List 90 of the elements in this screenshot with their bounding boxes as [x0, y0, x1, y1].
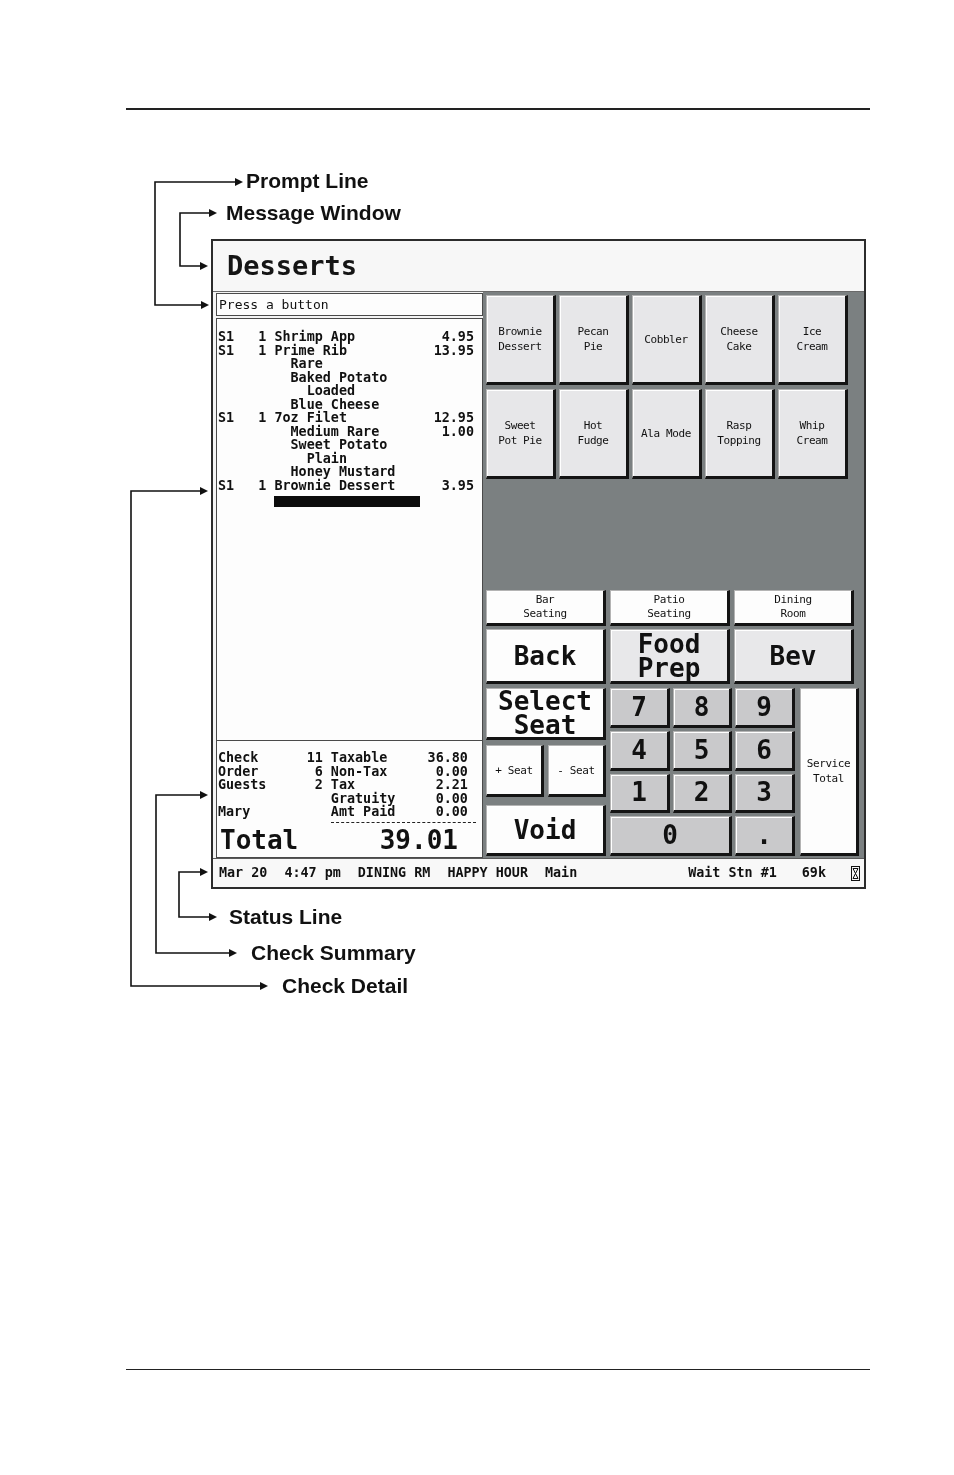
item-name: Prime Rib [274, 343, 347, 357]
amount-value: 0.00 [435, 791, 468, 805]
summary-value: 2 [314, 778, 323, 792]
menu-item-button[interactable]: Brownie Dessert [486, 295, 556, 385]
seat-number: S1 [218, 330, 235, 344]
menu-item-button[interactable]: Rasp Topping [705, 389, 775, 479]
keypad-key[interactable]: 7 [610, 688, 670, 728]
total-value: 39.01 [379, 825, 458, 854]
summary-label: Guests [218, 778, 267, 792]
keypad-key[interactable]: 2 [673, 773, 732, 814]
server-name: Mary [218, 805, 251, 819]
menu-item-button[interactable]: Cheese Cake [705, 295, 775, 385]
status-text: Wait Stn #1 [688, 865, 777, 881]
item-name: Shrimp App [274, 330, 356, 344]
seat-number: S1 [218, 478, 235, 492]
amount-value: 2.21 [435, 778, 468, 792]
modifier-text: Plain [306, 451, 347, 465]
amount-label: Taxable [330, 751, 388, 765]
item-price: 3.95 [441, 478, 474, 492]
modifier-text: Medium Rare [290, 424, 380, 438]
modifier-text: Sweet Potato [290, 438, 388, 452]
callout-label: Check Detail [282, 974, 409, 998]
status-text: Main [545, 865, 578, 881]
total-label: Total [220, 825, 299, 854]
service-total-button[interactable]: Service Total [800, 688, 859, 856]
add-seat-button[interactable]: + Seat [486, 745, 544, 797]
modifier-text: Blue Cheese [290, 397, 380, 411]
item-quantity: 1 [258, 411, 267, 425]
keypad-key[interactable]: 4 [610, 730, 670, 771]
amount-label: Amt Paid [330, 805, 396, 819]
void-button[interactable]: Void [486, 805, 606, 856]
keypad-key[interactable]: 3 [735, 773, 795, 814]
seating-button[interactable]: Bar Seating [486, 590, 606, 626]
menu-item-button[interactable]: Pecan Pie [559, 295, 629, 385]
status-text: DINING RM [357, 865, 431, 881]
callout-label: Message Window [226, 201, 401, 225]
seating-button[interactable]: Dining Room [734, 590, 854, 626]
function-button[interactable]: Bev [734, 629, 854, 684]
menu-item-button[interactable]: Sweet Pot Pie [486, 389, 556, 479]
amount-label: Gratuity [330, 791, 396, 805]
summary-label: Check [218, 751, 259, 765]
menu-item-button[interactable]: Cobbler [632, 295, 702, 385]
amount-label: Non-Tax [330, 764, 388, 778]
menu-item-button[interactable]: Hot Fudge [559, 389, 629, 479]
screen-title: Desserts [227, 251, 358, 281]
callout-label: Prompt Line [246, 169, 369, 193]
summary-value: 6 [314, 764, 323, 778]
summary-label: Order [218, 764, 259, 778]
item-quantity: 1 [258, 330, 267, 344]
item-name: Brownie Dessert [274, 478, 396, 492]
status-text: Mar 20 [219, 865, 268, 881]
hourglass-icon [851, 865, 860, 881]
keypad-key[interactable]: 9 [735, 688, 795, 728]
keypad-key[interactable]: 0 [610, 816, 732, 856]
amount-value: 36.80 [427, 751, 468, 765]
amount-value: 0.00 [435, 805, 468, 819]
item-name: 7oz Filet [274, 411, 347, 425]
menu-item-button[interactable]: Ala Mode [632, 389, 702, 479]
keypad-key[interactable]: . [735, 816, 795, 856]
seat-number: S1 [218, 343, 235, 357]
status-text: 4:47 pm [284, 865, 341, 881]
item-price: 13.95 [433, 343, 474, 357]
keypad-key[interactable]: 6 [735, 730, 795, 771]
modifier-text: Rare [290, 357, 323, 371]
menu-item-button[interactable]: Ice Cream [778, 295, 848, 385]
modifier-text: Loaded [306, 384, 356, 398]
amount-label: Tax [330, 778, 356, 792]
item-quantity: 1 [258, 343, 267, 357]
callout-label: Check Summary [251, 941, 416, 965]
keypad-key[interactable]: 8 [673, 688, 732, 728]
seat-number: S1 [218, 411, 235, 425]
status-text: HAPPY HOUR [447, 865, 528, 881]
keypad-key[interactable]: 5 [673, 730, 732, 771]
summary-value: 11 [306, 751, 323, 765]
function-button[interactable]: Back [486, 629, 606, 684]
modifier-text: Honey Mustard [290, 465, 396, 479]
seating-button[interactable]: Patio Seating [610, 590, 730, 626]
menu-item-button[interactable]: Whip Cream [778, 389, 848, 479]
remove-seat-button[interactable]: - Seat [548, 745, 606, 797]
select-seat-button[interactable]: Select Seat [486, 688, 606, 740]
modifier-text: Baked Potato [290, 370, 388, 384]
callout-label: Status Line [229, 905, 343, 929]
status-text: 69k [801, 865, 826, 881]
modifier-price: 1.00 [441, 424, 474, 438]
item-quantity: 1 [258, 478, 267, 492]
item-price: 12.95 [433, 411, 474, 425]
item-price: 4.95 [441, 330, 474, 344]
amount-value: 0.00 [435, 764, 468, 778]
keypad-key[interactable]: 1 [610, 773, 670, 814]
function-button[interactable]: Food Prep [610, 629, 730, 684]
